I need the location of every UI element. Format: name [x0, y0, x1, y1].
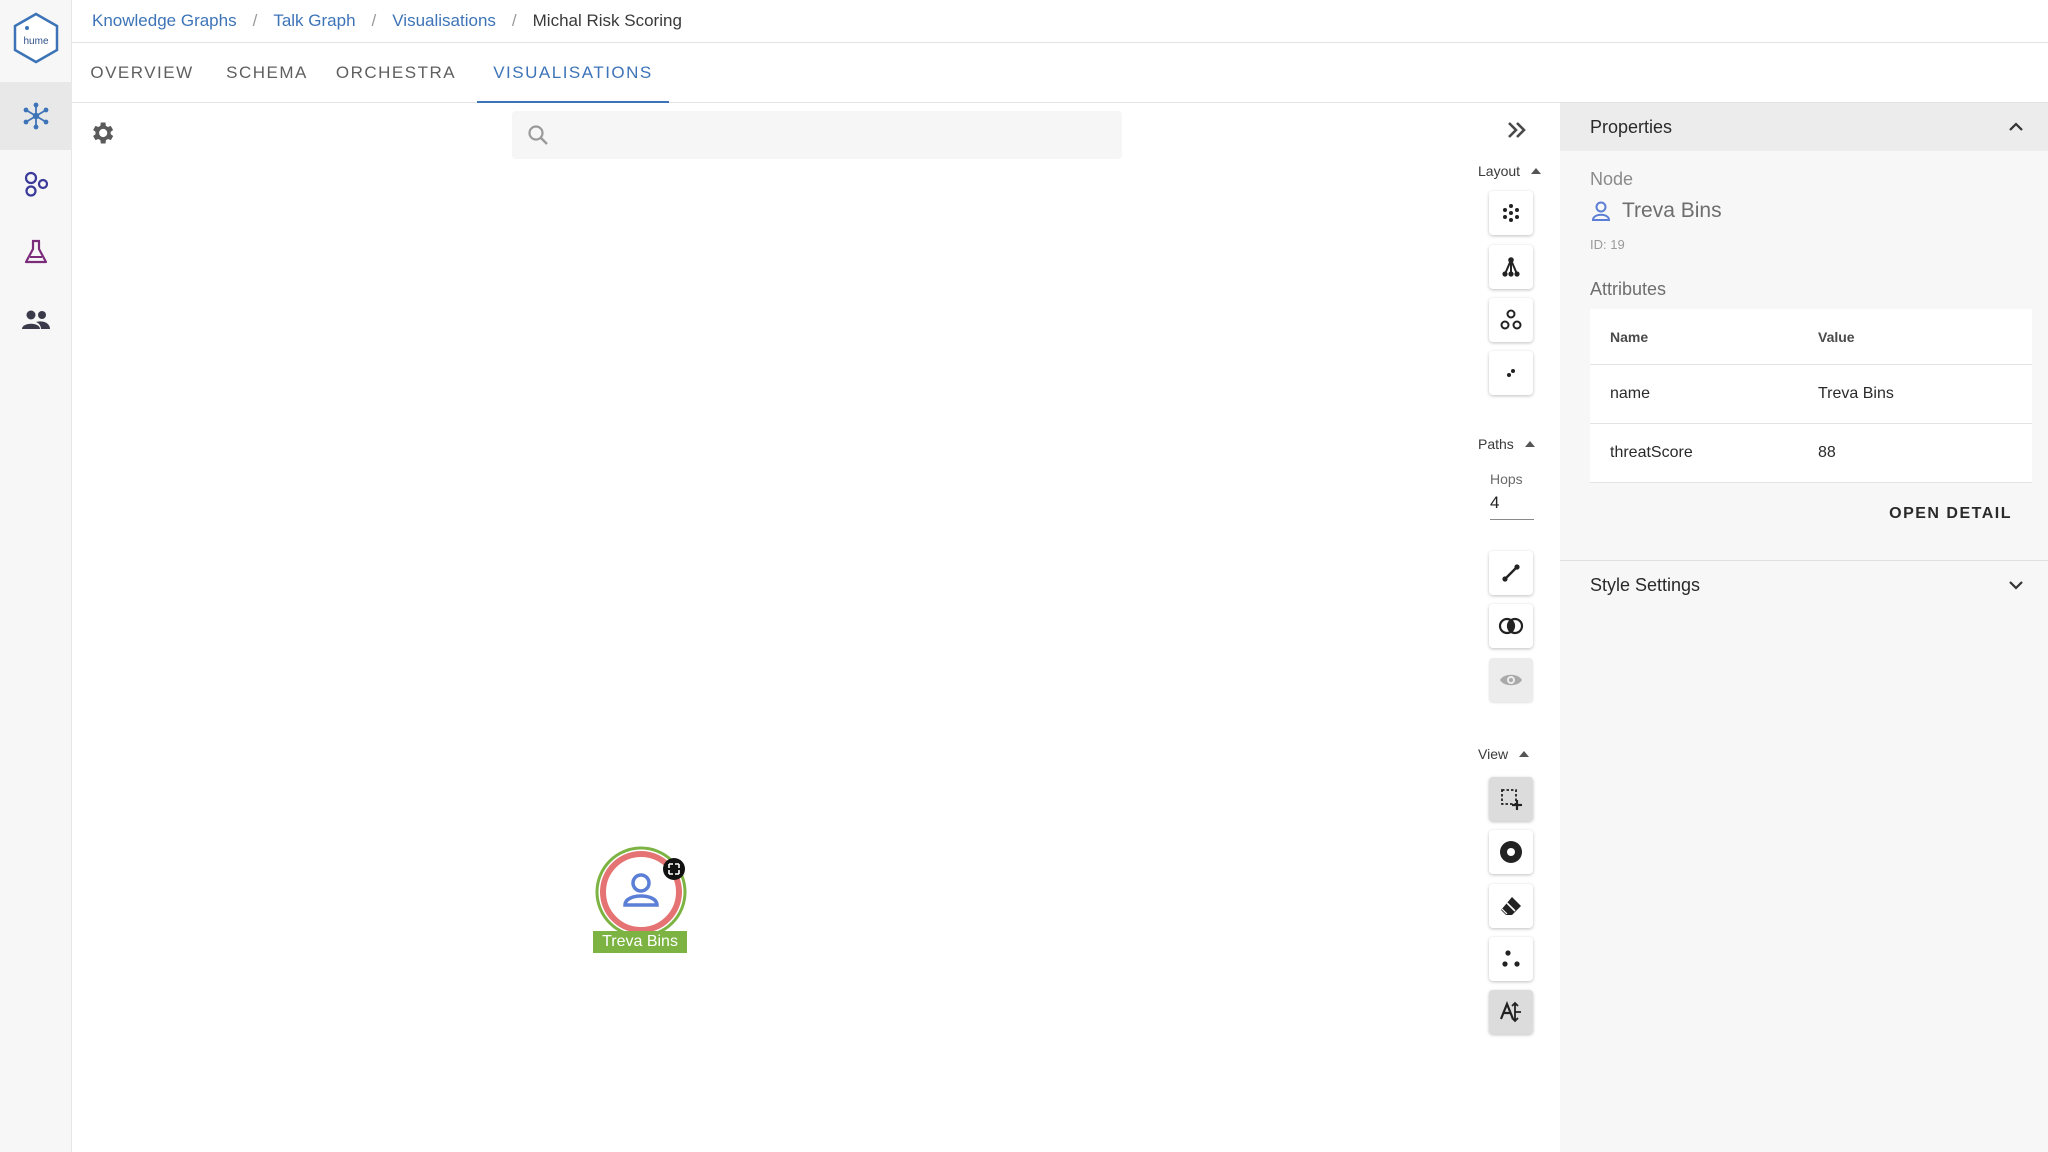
breadcrumb: Knowledge Graphs / Talk Graph / Visualis…	[72, 0, 2048, 43]
chevron-up-icon	[2009, 122, 2023, 131]
chevron-down-icon	[2009, 581, 2023, 590]
label-toggle-button[interactable]	[1489, 990, 1533, 1034]
overlap-circles-icon	[1498, 617, 1524, 635]
breadcrumb-visualisations[interactable]: Visualisations	[392, 11, 496, 31]
tab-visualisations[interactable]: VISUALISATIONS	[477, 43, 669, 104]
layout-random-button[interactable]	[1489, 351, 1533, 395]
gear-icon[interactable]	[88, 119, 116, 147]
tab-overview[interactable]: OVERVIEW	[90, 43, 192, 103]
attributes-title: Attributes	[1590, 279, 1667, 299]
node-title: Treva Bins	[1590, 199, 1722, 223]
attribute-name: name	[1610, 385, 1651, 402]
attribute-value: 88	[1818, 444, 1836, 461]
caret-up-icon	[1524, 441, 1535, 447]
path-visibility-button[interactable]	[1489, 658, 1533, 702]
layout-hierarchy-button[interactable]	[1489, 245, 1533, 289]
collapse-panel-button[interactable]	[1502, 115, 1532, 145]
graph-network-icon	[23, 102, 49, 130]
breadcrumb-knowledge-graphs[interactable]: Knowledge Graphs	[92, 11, 237, 31]
table-row: threatScore 88	[1590, 424, 2032, 483]
properties-header[interactable]: Properties	[1560, 103, 2048, 151]
table-row: name Treva Bins	[1590, 365, 2032, 424]
scatter-view-button[interactable]	[1489, 937, 1533, 981]
hierarchy-icon	[1502, 257, 1520, 277]
scatter-layout-icon	[1503, 204, 1519, 222]
hops-label: Hops	[1490, 471, 1523, 487]
eraser-icon	[1501, 897, 1521, 915]
attribute-value: Treva Bins	[1818, 385, 1894, 402]
graph-canvas[interactable]: Treva Bins	[72, 103, 1560, 1152]
breadcrumb-separator: /	[252, 11, 258, 30]
style-settings-title: Style Settings	[1590, 574, 1701, 595]
caret-up-icon	[1519, 751, 1530, 757]
paths-section-toggle[interactable]: Paths	[1478, 436, 1536, 452]
table-header: Name Value	[1590, 309, 2032, 365]
layout-force-button[interactable]	[1489, 191, 1533, 235]
rail-lab[interactable]	[0, 218, 72, 286]
layout-label: Layout	[1478, 163, 1521, 179]
layout-cluster-button[interactable]	[1489, 298, 1533, 342]
column-header-name: Name	[1610, 328, 1649, 345]
nodes-icon	[24, 171, 49, 197]
attributes-table: Name Value name Treva Bins threatScore 8…	[1590, 309, 2032, 483]
breadcrumb-separator: /	[511, 11, 517, 30]
column-header-value: Value	[1818, 328, 1855, 345]
expand-icon	[663, 858, 685, 880]
search-input[interactable]	[560, 125, 1100, 145]
random-layout-icon	[1507, 369, 1515, 377]
path-icon	[1502, 564, 1520, 582]
text-label-icon	[1499, 1001, 1521, 1023]
people-icon	[22, 310, 50, 329]
eye-icon	[1500, 674, 1522, 686]
view-label: View	[1478, 746, 1509, 762]
view-section-toggle[interactable]: View	[1478, 746, 1530, 762]
style-settings-header[interactable]: Style Settings	[1560, 561, 2048, 609]
focus-button[interactable]	[1489, 830, 1533, 874]
open-detail-button[interactable]: OPEN DETAIL	[1889, 505, 2012, 523]
caret-up-icon	[1531, 168, 1542, 174]
tab-schema[interactable]: SCHEMA	[222, 43, 312, 103]
person-icon	[1591, 201, 1611, 221]
node-id: ID: 19	[1590, 237, 1625, 252]
rail-schema[interactable]	[0, 150, 72, 218]
eraser-button[interactable]	[1489, 884, 1533, 928]
node-label: Treva Bins	[593, 931, 687, 953]
double-chevron-right-icon	[1508, 122, 1526, 138]
hops-input[interactable]: 4	[1490, 493, 1534, 520]
box-select-button[interactable]	[1489, 777, 1533, 821]
tab-bar: OVERVIEW SCHEMA ORCHESTRA VISUALISATIONS	[72, 43, 2048, 104]
breadcrumb-separator: /	[371, 11, 377, 30]
entity-type-label: Node	[1590, 169, 1634, 189]
left-rail: hume	[0, 0, 72, 1152]
node-name: Treva Bins	[1622, 199, 1722, 222]
dots-icon	[1502, 950, 1520, 967]
graph-toolbar: Layout Paths Hops 4 View	[1472, 103, 1560, 1152]
focus-circle-icon	[1500, 841, 1522, 863]
rail-knowledge-graphs[interactable]	[0, 82, 72, 150]
select-box-icon	[1501, 789, 1522, 810]
rail-users[interactable]	[0, 286, 72, 354]
search-icon	[528, 125, 548, 145]
hume-logo[interactable]: hume	[12, 12, 60, 64]
cluster-icon	[1500, 309, 1522, 330]
logo-text: hume	[23, 36, 48, 47]
breadcrumb-talk-graph[interactable]: Talk Graph	[273, 11, 355, 31]
path-overlap-button[interactable]	[1489, 604, 1533, 648]
layout-section-toggle[interactable]: Layout	[1478, 163, 1542, 179]
properties-panel: Properties Node Treva Bins ID: 19 Attrib…	[1560, 103, 2048, 1152]
paths-label: Paths	[1478, 436, 1514, 452]
flask-icon	[24, 239, 48, 264]
attribute-name: threatScore	[1610, 444, 1693, 461]
graph-search[interactable]	[512, 111, 1122, 159]
breadcrumb-current: Michal Risk Scoring	[532, 11, 682, 30]
tab-orchestra[interactable]: ORCHESTRA	[334, 43, 458, 103]
properties-title: Properties	[1590, 116, 1673, 137]
shortest-path-button[interactable]	[1489, 551, 1533, 595]
